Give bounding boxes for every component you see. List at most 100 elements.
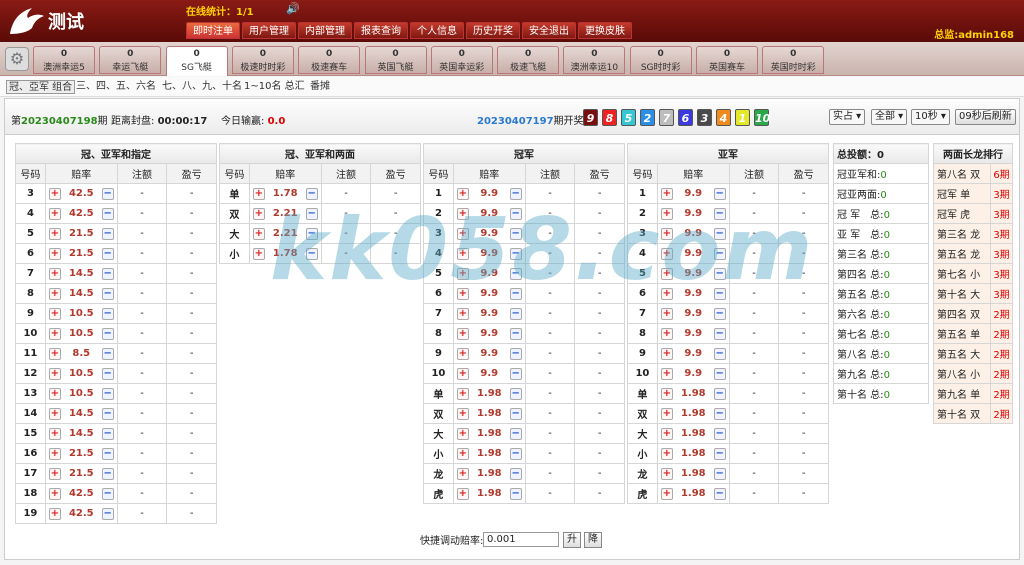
nav-internal-manage[interactable]: 内部管理 <box>298 22 352 39</box>
odds-down-button[interactable]: 降 <box>584 532 602 548</box>
minus-icon[interactable]: − <box>713 207 726 220</box>
gear-icon[interactable]: ⚙ <box>5 47 29 71</box>
nav-reports[interactable]: 报表查询 <box>354 22 408 39</box>
minus-icon[interactable]: − <box>101 407 114 420</box>
subtab-fantan[interactable]: 番摊 <box>308 80 332 94</box>
plus-icon[interactable]: + <box>252 187 265 200</box>
minus-icon[interactable]: − <box>509 487 522 500</box>
plus-icon[interactable]: + <box>252 207 265 220</box>
speaker-icon[interactable]: 🔊 <box>286 2 300 15</box>
subtab-summary[interactable]: 1~10名 总汇 <box>242 80 307 94</box>
plus-icon[interactable]: + <box>456 287 469 300</box>
plus-icon[interactable]: + <box>252 227 265 240</box>
game-tab[interactable]: 0 澳洲幸运5 <box>33 46 95 74</box>
plus-icon[interactable]: + <box>660 387 673 400</box>
minus-icon[interactable]: − <box>101 367 114 380</box>
nav-logout[interactable]: 安全退出 <box>522 22 576 39</box>
minus-icon[interactable]: − <box>713 227 726 240</box>
game-tab[interactable]: 0 英国时时彩 <box>762 46 825 74</box>
plus-icon[interactable]: + <box>48 267 61 280</box>
nav-user-manage[interactable]: 用户管理 <box>242 22 296 39</box>
plus-icon[interactable]: + <box>660 307 673 320</box>
minus-icon[interactable]: − <box>101 247 114 260</box>
plus-icon[interactable]: + <box>456 367 469 380</box>
nav-personal-info[interactable]: 个人信息 <box>410 22 464 39</box>
minus-icon[interactable]: − <box>509 207 522 220</box>
plus-icon[interactable]: + <box>48 287 61 300</box>
minus-icon[interactable]: − <box>713 467 726 480</box>
game-tab[interactable]: 0 极速赛车 <box>298 46 361 74</box>
game-tab[interactable]: 0 英国幸运彩 <box>430 46 493 74</box>
plus-icon[interactable]: + <box>660 487 673 500</box>
plus-icon[interactable]: + <box>456 247 469 260</box>
nav-change-skin[interactable]: 更换皮肤 <box>578 22 632 39</box>
select-interval[interactable]: 10秒 ▾ <box>911 109 950 125</box>
plus-icon[interactable]: + <box>48 227 61 240</box>
minus-icon[interactable]: − <box>713 347 726 360</box>
plus-icon[interactable]: + <box>456 327 469 340</box>
minus-icon[interactable]: − <box>713 367 726 380</box>
minus-icon[interactable]: − <box>509 267 522 280</box>
minus-icon[interactable]: − <box>713 267 726 280</box>
game-tab[interactable]: 0 英国飞艇 <box>364 46 427 74</box>
plus-icon[interactable]: + <box>456 427 469 440</box>
plus-icon[interactable]: + <box>660 367 673 380</box>
plus-icon[interactable]: + <box>456 347 469 360</box>
minus-icon[interactable]: − <box>509 407 522 420</box>
minus-icon[interactable]: − <box>509 307 522 320</box>
minus-icon[interactable]: − <box>509 447 522 460</box>
minus-icon[interactable]: − <box>713 487 726 500</box>
plus-icon[interactable]: + <box>660 347 673 360</box>
minus-icon[interactable]: − <box>509 387 522 400</box>
minus-icon[interactable]: − <box>509 187 522 200</box>
minus-icon[interactable]: − <box>713 447 726 460</box>
plus-icon[interactable]: + <box>48 347 61 360</box>
nav-live-bets[interactable]: 即时注单 <box>186 22 240 39</box>
odds-up-button[interactable]: 升 <box>563 532 581 548</box>
minus-icon[interactable]: − <box>713 307 726 320</box>
plus-icon[interactable]: + <box>456 407 469 420</box>
plus-icon[interactable]: + <box>48 407 61 420</box>
plus-icon[interactable]: + <box>48 307 61 320</box>
minus-icon[interactable]: − <box>713 287 726 300</box>
minus-icon[interactable]: − <box>101 427 114 440</box>
minus-icon[interactable]: − <box>101 267 114 280</box>
plus-icon[interactable]: + <box>48 427 61 440</box>
plus-icon[interactable]: + <box>456 227 469 240</box>
plus-icon[interactable]: + <box>456 467 469 480</box>
plus-icon[interactable]: + <box>660 327 673 340</box>
plus-icon[interactable]: + <box>660 447 673 460</box>
game-tab[interactable]: 0 澳洲幸运10 <box>563 46 626 74</box>
minus-icon[interactable]: − <box>305 247 318 260</box>
minus-icon[interactable]: − <box>509 427 522 440</box>
plus-icon[interactable]: + <box>456 207 469 220</box>
plus-icon[interactable]: + <box>660 207 673 220</box>
game-tab[interactable]: 0 幸运飞艇 <box>99 46 162 74</box>
plus-icon[interactable]: + <box>48 207 61 220</box>
plus-icon[interactable]: + <box>660 247 673 260</box>
plus-icon[interactable]: + <box>660 227 673 240</box>
minus-icon[interactable]: − <box>101 287 114 300</box>
minus-icon[interactable]: − <box>713 427 726 440</box>
minus-icon[interactable]: − <box>101 227 114 240</box>
plus-icon[interactable]: + <box>48 507 61 520</box>
plus-icon[interactable]: + <box>456 387 469 400</box>
plus-icon[interactable]: + <box>48 467 61 480</box>
game-tab[interactable]: 0 英国赛车 <box>696 46 758 74</box>
minus-icon[interactable]: − <box>101 207 114 220</box>
subtab-3-6[interactable]: 三、四、五、六名 <box>74 80 158 94</box>
minus-icon[interactable]: − <box>713 187 726 200</box>
minus-icon[interactable]: − <box>101 347 114 360</box>
minus-icon[interactable]: − <box>101 467 114 480</box>
minus-icon[interactable]: − <box>305 227 318 240</box>
plus-icon[interactable]: + <box>660 187 673 200</box>
plus-icon[interactable]: + <box>48 387 61 400</box>
plus-icon[interactable]: + <box>456 267 469 280</box>
minus-icon[interactable]: − <box>509 247 522 260</box>
game-tab[interactable]: 0 SG飞艇 <box>165 46 228 76</box>
minus-icon[interactable]: − <box>101 327 114 340</box>
plus-icon[interactable]: + <box>456 487 469 500</box>
minus-icon[interactable]: − <box>101 447 114 460</box>
subtab-7-10[interactable]: 七、八、九、十名 <box>160 80 244 94</box>
minus-icon[interactable]: − <box>509 327 522 340</box>
